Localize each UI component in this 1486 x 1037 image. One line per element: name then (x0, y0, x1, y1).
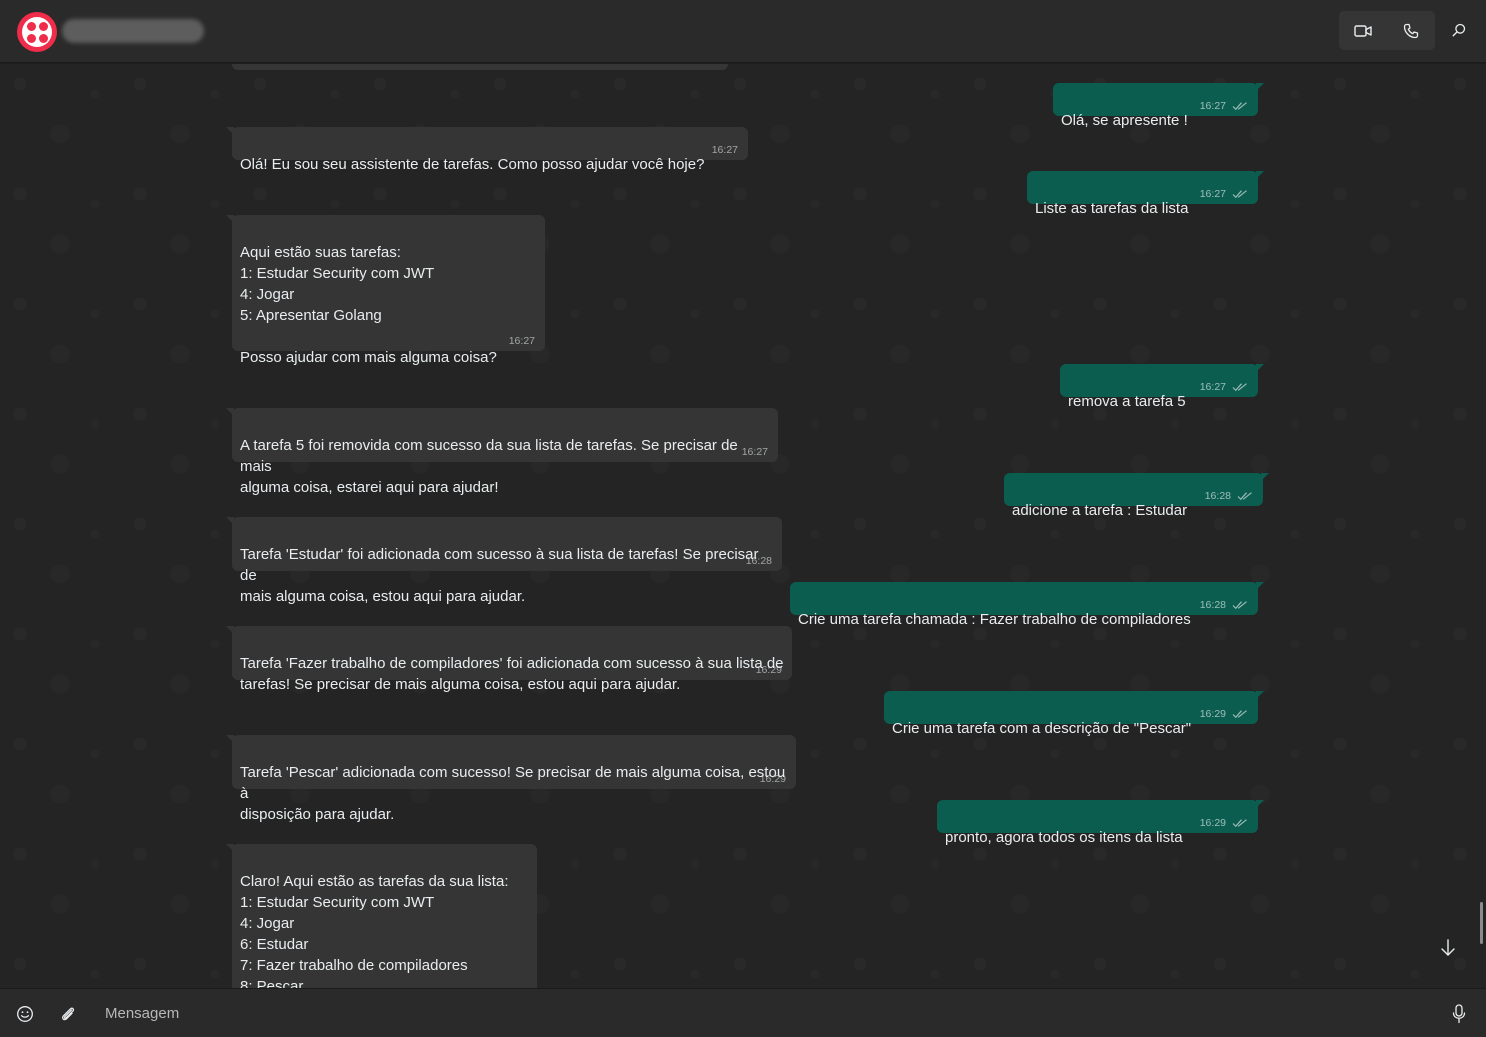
message-list[interactable]: Olá, se apresente ! 16:27 Olá! Eu sou se… (0, 64, 1486, 988)
outgoing-message[interactable]: remova a tarefa 5 16:27 (1060, 364, 1264, 410)
emoji-icon (17, 1006, 33, 1022)
whatsapp-window: ████████ Olá, se a (0, 0, 1486, 1037)
read-ticks-icon (1232, 383, 1247, 392)
microphone-icon (1452, 1004, 1466, 1024)
message-text: Olá, se apresente ! (1061, 112, 1188, 129)
message-text: pronto, agora todos os itens da lista (945, 829, 1183, 846)
message-text: Liste as tarefas da lista (1035, 200, 1189, 217)
message-time: 16:28 (745, 555, 772, 567)
chat-header: ████████ (0, 0, 1486, 63)
message-time: 16:28 (1204, 490, 1231, 502)
incoming-message[interactable]: Tarefa 'Pescar' adicionada com sucesso! … (226, 735, 796, 823)
read-ticks-icon (1232, 819, 1247, 828)
message-text: adicione a tarefa : Estudar (1012, 502, 1188, 519)
voice-call-button[interactable] (1387, 11, 1435, 50)
contact-avatar[interactable] (17, 12, 57, 52)
read-ticks-icon (1232, 601, 1247, 610)
message-time: 16:27 (711, 144, 738, 156)
read-ticks-icon (1232, 710, 1247, 719)
incoming-message[interactable]: Aqui estão suas tarefas: 1: Estudar Secu… (226, 215, 545, 366)
message-composer (0, 988, 1486, 1037)
search-button[interactable] (1444, 15, 1474, 45)
message-time: 16:27 (1199, 188, 1226, 200)
message-time: 16:29 (1199, 708, 1226, 720)
attach-button[interactable] (55, 1001, 81, 1027)
message-text: Claro! Aqui estão as tarefas da sua list… (240, 873, 509, 988)
paperclip-icon (62, 1007, 75, 1021)
incoming-message[interactable]: Claro! Aqui estão as tarefas da sua list… (226, 844, 537, 988)
outgoing-message[interactable]: Liste as tarefas da lista 16:27 (1027, 171, 1264, 217)
message-text: Tarefa 'Pescar' adicionada com sucesso! … (240, 764, 786, 823)
outgoing-message[interactable]: Crie uma tarefa chamada : Fazer trabalho… (790, 582, 1264, 628)
incoming-message[interactable]: Olá! Eu sou seu assistente de tarefas. C… (226, 127, 748, 173)
outgoing-message[interactable]: Crie uma tarefa com a descrição de "Pesc… (884, 691, 1264, 737)
scrollbar-thumb[interactable] (1480, 902, 1483, 944)
read-ticks-icon (1232, 102, 1247, 111)
message-text: Crie uma tarefa chamada : Fazer trabalho… (798, 611, 1191, 628)
message-text: Tarefa 'Estudar' foi adicionada com suce… (240, 546, 759, 605)
scroll-to-bottom-button[interactable] (1429, 929, 1467, 967)
arrow-down-icon (1441, 939, 1455, 956)
call-button-group (1339, 11, 1435, 50)
message-text: Olá! Eu sou seu assistente de tarefas. C… (240, 156, 705, 173)
message-time: 16:27 (1199, 381, 1226, 393)
video-camera-icon (1354, 24, 1372, 37)
message-time: 16:27 (1199, 100, 1226, 112)
message-text: Aqui estão suas tarefas: 1: Estudar Secu… (240, 244, 497, 366)
message-text: remova a tarefa 5 (1068, 393, 1186, 410)
message-time: 16:28 (1199, 599, 1226, 611)
read-ticks-icon (1237, 492, 1252, 501)
read-ticks-icon (1232, 190, 1247, 199)
previous-message-edge (232, 64, 728, 70)
message-time: 16:29 (759, 773, 786, 785)
phone-icon (1403, 23, 1419, 38)
message-time: 16:27 (741, 446, 768, 458)
video-call-button[interactable] (1339, 11, 1387, 50)
incoming-message[interactable]: A tarefa 5 foi removida com sucesso da s… (226, 408, 778, 496)
contact-name[interactable]: ████████ (62, 19, 204, 43)
message-text: A tarefa 5 foi removida com sucesso da s… (240, 437, 738, 496)
emoji-button[interactable] (12, 1001, 38, 1027)
search-icon (1452, 23, 1466, 37)
message-text: Tarefa 'Fazer trabalho de compiladores' … (240, 655, 784, 693)
incoming-message[interactable]: Tarefa 'Fazer trabalho de compiladores' … (226, 626, 792, 693)
outgoing-message[interactable]: Olá, se apresente ! 16:27 (1053, 83, 1264, 129)
incoming-message[interactable]: Tarefa 'Estudar' foi adicionada com suce… (226, 517, 782, 605)
message-time: 16:29 (755, 664, 782, 676)
twilio-logo-icon (22, 17, 52, 47)
message-time: 16:29 (1199, 817, 1226, 829)
message-time: 16:27 (508, 335, 535, 347)
voice-message-button[interactable] (1446, 1001, 1472, 1027)
message-input[interactable] (95, 997, 1415, 1029)
outgoing-message[interactable]: pronto, agora todos os itens da lista 16… (937, 800, 1264, 846)
message-text: Crie uma tarefa com a descrição de "Pesc… (892, 720, 1192, 737)
outgoing-message[interactable]: adicione a tarefa : Estudar 16:28 (1004, 473, 1269, 519)
